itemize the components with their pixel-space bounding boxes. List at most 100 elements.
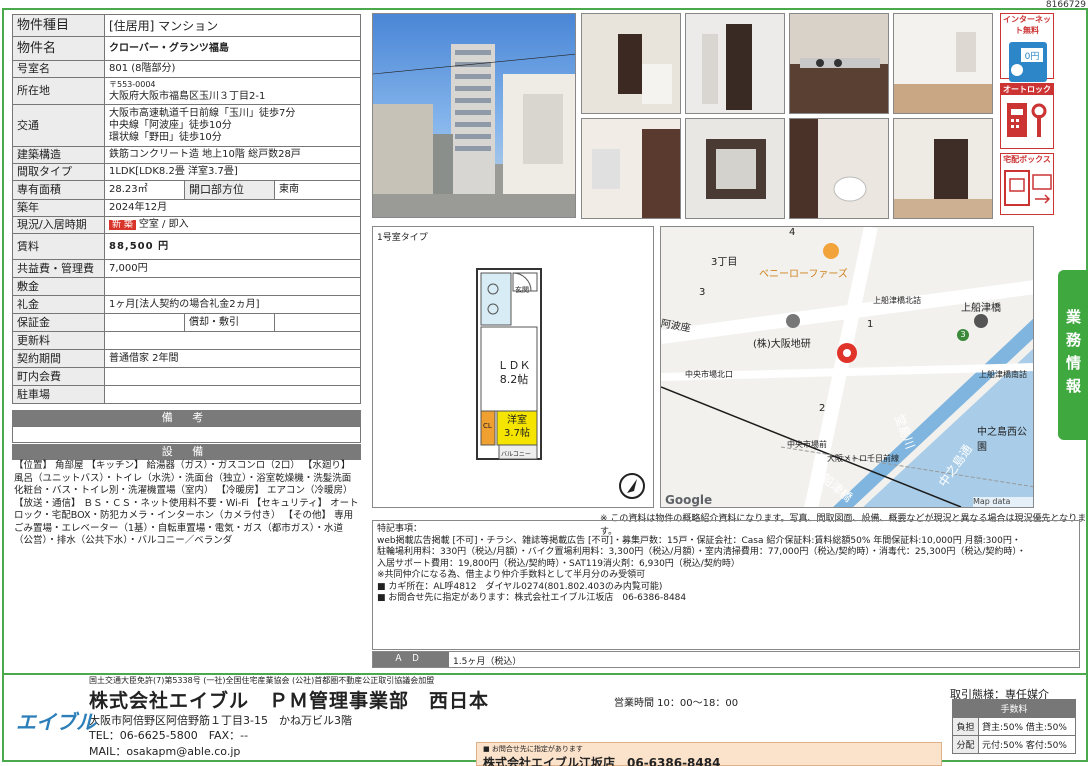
closet-photo: [893, 118, 993, 219]
map-route-badge: 3: [957, 329, 969, 341]
status-value: 空室 / 即入: [138, 219, 189, 230]
address-label: 所在地: [12, 77, 105, 105]
hoshokin-label: 保証金: [12, 313, 105, 332]
ad-value: 1.5ヶ月（税込）: [453, 657, 522, 667]
built-label: 築年: [12, 199, 105, 217]
room-photo: [893, 13, 993, 114]
common-fee-label: 共益費・管理費: [12, 259, 105, 278]
special-notes-line: 駐輪場利用料：330円（税込/月額）・バイク置場利用料：3,300円（税込/月額…: [377, 547, 1026, 557]
internet-zero-yen: 0円: [1025, 51, 1040, 62]
bikou-content: [12, 426, 361, 443]
map-label-park: 中之島西公園: [977, 427, 1027, 453]
map-number: 3: [699, 287, 706, 298]
interior-photo-1: [581, 13, 681, 114]
parking-value: [104, 385, 361, 404]
address-value: 大阪府大阪市福島区玉川３丁目2-1: [109, 91, 266, 102]
property-name: クローバー・グランツ福島: [104, 36, 361, 61]
property-info-table: 物件種目 [住居用] マンション 物件名 クローバー・グランツ福島 号室名 801 (…: [12, 14, 361, 404]
area-value: 28.23㎡: [104, 180, 185, 200]
window-value: 東南: [274, 180, 361, 200]
shikibiki-label: 償却・敷引: [184, 313, 275, 332]
balcony-label: バルコニー: [501, 451, 531, 458]
delivery-box-label: 宅配ボックス: [1003, 155, 1051, 164]
contract-value: 普通借家 2年間: [104, 349, 361, 368]
contract-label: 契約期間: [12, 349, 105, 368]
transport-line: 大阪市高速軌道千日前線「玉川」徒歩7分: [109, 107, 296, 119]
bathroom-photo: [685, 118, 785, 219]
renewal-value: [104, 331, 361, 350]
document-id: 8166729: [1045, 0, 1086, 10]
able-logo: エイブル: [16, 710, 96, 734]
contact-box: ■ お問合せ先に指定があります 株式会社エイブル江坂店 06-6386-8484: [476, 742, 942, 766]
company-mail[interactable]: MAIL：osakapm@able.co.jp: [89, 743, 240, 759]
contact-name: 株式会社エイブル江坂店 06-6386-8484: [483, 756, 721, 766]
new-build-badge: 新 築: [109, 220, 136, 230]
company-tel: TEL：06-6625-5800 FAX：--: [89, 729, 249, 742]
town-fee-label: 町内会費: [12, 367, 105, 386]
shikikin-value: [104, 277, 361, 296]
map-label-kamifunatsu: 上船津橋: [961, 303, 1001, 314]
type-label: 物件種目: [12, 14, 105, 37]
special-notes-line: ※共同仲介になる為、借主より仲介手数料として半月分のみ受領可: [377, 570, 646, 580]
parking-label: 駐車場: [12, 385, 105, 404]
interior-photo-2: [685, 13, 785, 114]
fee-row-key: 分配: [952, 735, 979, 754]
special-notes-line: 入居サポート費用：19,800円（税込/契約時）・SAT119消火剤：6,930…: [377, 558, 740, 569]
toilet-photo: [789, 118, 889, 219]
layout-value: 1LDK[LDK8.2畳 洋室3.7畳]: [104, 163, 361, 181]
business-hours: 営業時間 10：00〜18：00: [614, 698, 739, 709]
compass-icon: [619, 473, 645, 499]
cl-label: CL: [483, 422, 492, 430]
renewal-label: 更新料: [12, 331, 105, 350]
license-text: 国土交通大臣免許(7)第5338号 (一社)全国住宅産業協会 (公社)首都圏不動…: [89, 676, 435, 685]
structure-label: 建築構造: [12, 146, 105, 164]
autolock-graphic: [1007, 103, 1047, 137]
bikou-header: 備 考: [12, 410, 361, 426]
fee-row-value: 元付:50% 客付:50%: [978, 735, 1076, 754]
map-number: 1: [867, 319, 874, 330]
special-notes-title: 特記事項：: [377, 524, 423, 534]
entrance-label: 玄関: [515, 286, 529, 294]
reikin-label: 礼金: [12, 295, 105, 314]
internet-free-label: インターネット無料: [1003, 15, 1051, 35]
map-copyright: Map data ©2025: [973, 497, 1033, 507]
common-fee-value: 7,000円: [104, 259, 361, 278]
map-label-chuo-kitaguchi: 中央市場北口: [685, 370, 733, 379]
special-notes-line: ■ カギ所在：AL呼4812 ダイヤル0274(801.802.403のみ内覧可…: [377, 581, 663, 592]
window-label: 開口部方位: [184, 180, 275, 200]
built-value: 2024年12月: [104, 199, 361, 217]
setsubi-text: 【位置】 角部屋 【キッチン】 給湯器（ガス）・ガスコンロ（2口） 【水廻り】 …: [14, 460, 359, 546]
building-photo: [372, 13, 576, 218]
postal-code: 〒553-0004: [109, 80, 156, 89]
transport-line: 中央線「阿波座」徒歩10分: [109, 119, 232, 131]
contact-note: ■ お問合せ先に指定があります: [483, 745, 583, 753]
area-label: 専有面積: [12, 180, 105, 200]
rent-value: 88,500 円: [104, 233, 361, 260]
status-label: 現況/入居時期: [12, 216, 105, 234]
map-label-3chome: 3丁目: [711, 257, 738, 268]
autolock-icon: オートロック: [1000, 83, 1054, 149]
map-label-chiken: (株)大阪地研: [753, 339, 811, 350]
special-notes-line: web掲載広告掲載 [不可]・チラシ、雑誌等掲載広告 [不可]・募集戸数：15戸…: [377, 535, 1021, 546]
room-label: 号室名: [12, 60, 105, 78]
fee-row-key: 負担: [952, 717, 979, 736]
room-value: 801 (8階部分): [104, 60, 361, 78]
washroom-photo: [581, 118, 681, 219]
town-fee-value: [104, 367, 361, 386]
location-map: 3丁目 ベニーローファーズ 上船津橋北詰 上船津橋 (株)大阪地研 中央市場北口…: [660, 226, 1034, 508]
ldk-size: 8.2帖: [499, 373, 529, 386]
shikibiki-value: [274, 313, 361, 332]
address-cell: 〒553-0004 大阪府大阪市福島区玉川３丁目2-1: [104, 77, 361, 105]
rent-label: 賃料: [12, 233, 105, 260]
business-info-tab[interactable]: 業務情報: [1058, 270, 1088, 440]
transport-line: 環状線「野田」徒歩10分: [109, 131, 222, 143]
internet-free-graphic: 0円: [1009, 42, 1047, 82]
delivery-box-graphic: [1004, 170, 1052, 206]
company-name: 株式会社エイブル ＰＭ管理事業部 西日本: [89, 690, 490, 712]
map-label-metro: 大阪メトロ千日前線: [827, 454, 899, 463]
google-logo: Google: [665, 493, 713, 507]
reikin-value: 1ヶ月[法人契約の場合礼金2ヵ月]: [104, 295, 361, 314]
fee-row-value: 貸主:50% 借主:50%: [978, 717, 1076, 736]
type-value: [住居用] マンション: [104, 14, 361, 37]
special-notes: 特記事項： web掲載広告掲載 [不可]・チラシ、雑誌等掲載広告 [不可]・募集…: [372, 520, 1080, 650]
